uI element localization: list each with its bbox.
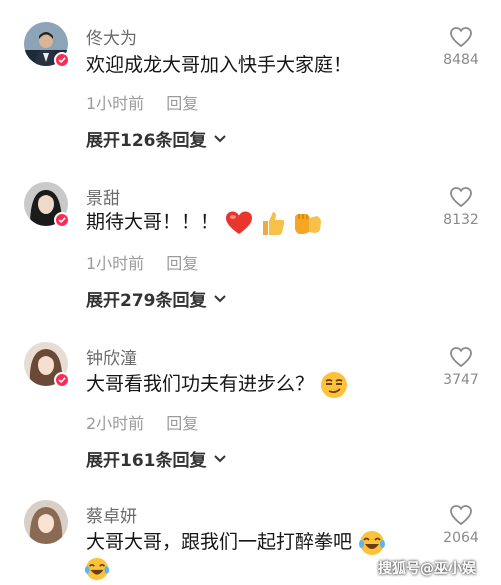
watermark: 搜狐号@巫小娱 [378,561,476,577]
like-count: 8484 [443,52,479,68]
username[interactable]: 佟大为 [86,24,137,49]
comment-text: 大哥大哥，跟我们一起打醉拳吧 [86,527,386,557]
reply-button[interactable]: 回复 [166,94,198,113]
reply-button[interactable]: 回复 [166,254,198,273]
heart-icon [450,187,472,208]
like-button[interactable]: 3747 [438,346,484,388]
thumbs-up-emoji [263,211,285,235]
verified-badge-icon [54,372,70,388]
comment-time: 1小时前 [86,254,145,273]
chevron-down-icon [213,454,226,462]
like-count: 2064 [443,530,479,546]
like-count: 3747 [443,372,479,388]
comment-text: 欢迎成龙大哥加入快手大家庭！ [86,54,353,76]
expand-replies-label: 展开279条回复 [86,291,207,311]
comment-time: 2小时前 [86,414,145,433]
comment-text: 大哥看我们功夫有进步么？ [86,369,348,399]
like-count: 8132 [443,212,479,228]
avatar[interactable] [24,500,68,544]
expand-replies-button[interactable]: 展开161条回复 [86,446,227,471]
chevron-down-icon [213,134,226,142]
expand-replies-label: 展开161条回复 [86,451,207,471]
laughing-tears-emoji [359,530,386,555]
comment-text: 期待大哥！！！ [86,207,323,237]
reply-button[interactable]: 回复 [166,414,198,433]
like-button[interactable]: 8484 [438,26,484,68]
username[interactable]: 景甜 [86,184,120,209]
like-button[interactable]: 2064 [438,504,484,546]
smirk-face-emoji [321,371,348,398]
comment-time: 1小时前 [86,94,145,113]
verified-badge-icon [54,212,70,228]
heart-icon [450,347,472,368]
verified-badge-icon [54,52,70,68]
expand-replies-button[interactable]: 展开279条回复 [86,286,227,311]
fist-bump-emoji [295,213,322,234]
heart-emoji [226,211,253,234]
expand-replies-button[interactable]: 展开126条回复 [86,126,227,151]
comment-meta: 1小时前 回复 [86,250,198,274]
like-button[interactable]: 8132 [438,186,484,228]
laughing-tears-emoji [84,557,110,581]
username[interactable]: 蔡卓妍 [86,502,137,527]
chevron-down-icon [213,294,226,302]
username[interactable]: 钟欣潼 [86,344,137,369]
comment-text-content: 大哥大哥，跟我们一起打醉拳吧 [86,531,353,553]
comment-meta: 1小时前 回复 [86,90,198,114]
comment-meta: 2小时前 回复 [86,410,198,434]
comment-text-content: 期待大哥！！！ [86,211,220,233]
heart-icon [450,505,472,526]
expand-replies-label: 展开126条回复 [86,131,207,151]
heart-icon [450,27,472,48]
comment-text-content: 大哥看我们功夫有进步么？ [86,373,315,395]
